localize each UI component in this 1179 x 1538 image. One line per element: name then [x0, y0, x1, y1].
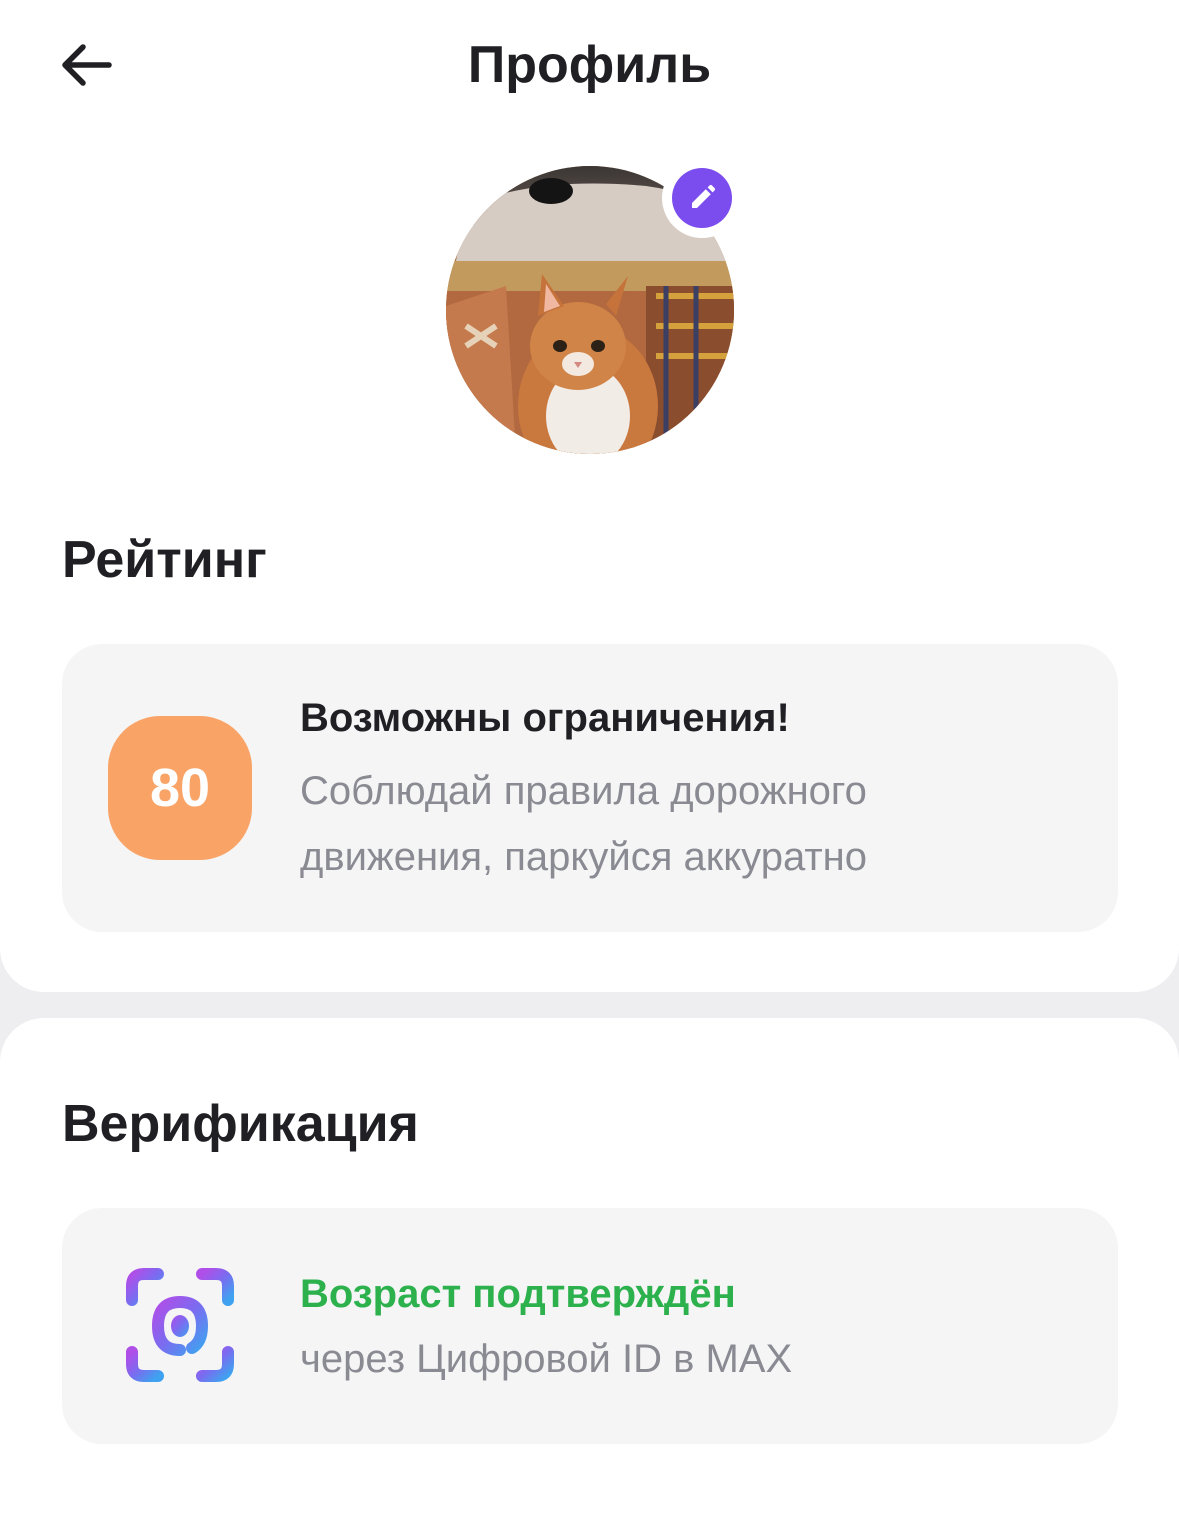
- verification-method: через Цифровой ID в MAX: [300, 1337, 793, 1381]
- page-title: Профиль: [467, 36, 712, 94]
- edit-avatar-button[interactable]: [662, 158, 742, 238]
- verification-status: Возраст подтверждён: [300, 1272, 736, 1316]
- rating-description: Соблюдай правила дорожного движения, пар…: [300, 769, 867, 879]
- pencil-icon: [692, 184, 716, 208]
- verification-section-title: Верификация: [62, 1095, 419, 1153]
- rating-score-badge: 80: [108, 716, 252, 860]
- rating-section-title: Рейтинг: [62, 531, 267, 589]
- rating-headline: Возможны ограничения!: [300, 696, 790, 740]
- face-scan-icon: [126, 1268, 234, 1382]
